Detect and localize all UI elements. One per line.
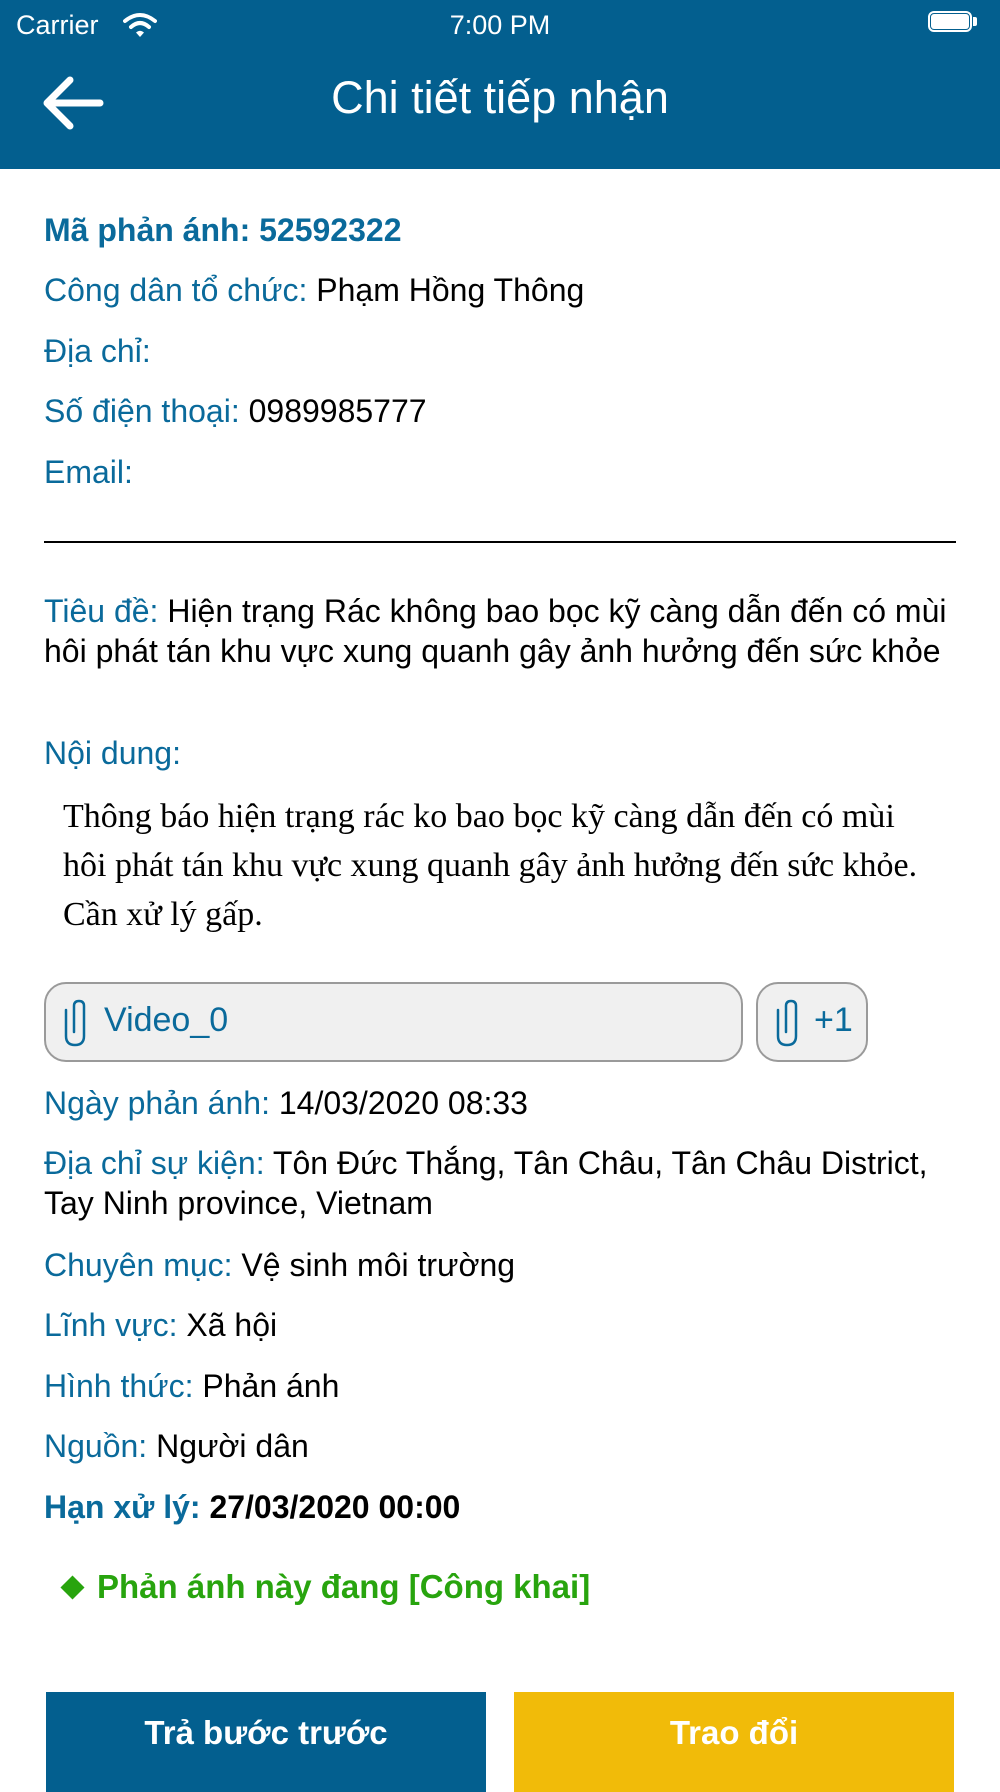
field-row: Lĩnh vực: Xã hội	[44, 1305, 956, 1345]
report-code-label: Mã phản ánh:	[44, 212, 251, 248]
battery-icon	[928, 11, 978, 34]
content-text: Thông báo hiện trạng rác ko bao bọc kỹ c…	[63, 798, 918, 933]
exchange-label: Trao đổi	[669, 1714, 799, 1751]
public-status: Phản ánh này đang [Công khai]	[60, 1568, 590, 1606]
title-value: Hiện trạng Rác không bao bọc kỹ càng dẫn…	[44, 593, 947, 669]
field-label: Lĩnh vực:	[44, 1307, 178, 1343]
phone-row: Số điện thoại: 0989985777	[44, 391, 956, 431]
form-label: Hình thức:	[44, 1368, 194, 1404]
form-row: Hình thức: Phản ánh	[44, 1366, 956, 1406]
source-label: Nguồn:	[44, 1428, 148, 1464]
phone-value: 0989985777	[248, 393, 427, 429]
top-bar: Carrier 7:00 PM Chi tiết tiếp nhận	[0, 0, 1000, 169]
report-date-value: 14/03/2020 08:33	[278, 1085, 528, 1121]
report-code-row: Mã phản ánh: 52592322	[44, 210, 956, 250]
report-date-label: Ngày phản ánh:	[44, 1085, 270, 1121]
citizen-value: Phạm Hồng Thông	[316, 272, 585, 308]
phone-label: Số điện thoại:	[44, 393, 240, 429]
citizen-row: Công dân tổ chức: Phạm Hồng Thông	[44, 270, 956, 310]
address-label: Địa chỉ:	[44, 333, 151, 369]
paperclip-icon	[64, 999, 86, 1047]
category-row: Chuyên mục: Vệ sinh môi trường	[44, 1245, 956, 1285]
address-row: Địa chỉ:	[44, 331, 956, 371]
exchange-button[interactable]: Trao đổi	[514, 1692, 954, 1792]
source-value: Người dân	[156, 1428, 309, 1464]
previous-step-button[interactable]: Trả bước trước	[46, 1692, 486, 1792]
attachment-video-0[interactable]: Video_0	[44, 982, 743, 1062]
report-code-value: 52592322	[259, 212, 402, 248]
email-row: Email:	[44, 452, 956, 492]
attachment-more-button[interactable]: +1	[756, 982, 868, 1062]
deadline-value: 27/03/2020 00:00	[209, 1489, 461, 1525]
diamond-icon	[60, 1575, 85, 1600]
event-address-label: Địa chỉ sự kiện:	[44, 1145, 265, 1181]
status-bar: Carrier 7:00 PM	[0, 0, 1000, 50]
title-label: Tiêu đề:	[44, 593, 159, 629]
field-value: Xã hội	[186, 1307, 278, 1343]
title-row: Tiêu đề: Hiện trạng Rác không bao bọc kỹ…	[44, 591, 956, 671]
source-row: Nguồn: Người dân	[44, 1426, 956, 1466]
page-title: Chi tiết tiếp nhận	[331, 72, 669, 123]
citizen-label: Công dân tổ chức:	[44, 272, 308, 308]
content-row: Nội dung:	[44, 733, 956, 773]
email-label: Email:	[44, 454, 133, 490]
deadline-label: Hạn xử lý:	[44, 1489, 201, 1525]
attachment-label: Video_0	[104, 1001, 229, 1039]
event-address-row: Địa chỉ sự kiện: Tôn Đức Thắng, Tân Châu…	[44, 1143, 956, 1223]
category-label: Chuyên mục:	[44, 1247, 233, 1283]
attachment-more-count: +1	[814, 1001, 853, 1039]
form-value: Phản ánh	[202, 1368, 340, 1404]
public-status-text: Phản ánh này đang [Công khai]	[97, 1568, 591, 1605]
paperclip-icon	[776, 999, 798, 1047]
category-value: Vệ sinh môi trường	[241, 1247, 516, 1283]
content-label: Nội dung:	[44, 735, 181, 771]
previous-step-label: Trả bước trước	[144, 1714, 388, 1751]
deadline-row: Hạn xử lý: 27/03/2020 00:00	[44, 1487, 956, 1527]
report-date-row: Ngày phản ánh: 14/03/2020 08:33	[44, 1083, 956, 1123]
section-divider	[44, 541, 956, 543]
clock: 7:00 PM	[449, 10, 551, 40]
